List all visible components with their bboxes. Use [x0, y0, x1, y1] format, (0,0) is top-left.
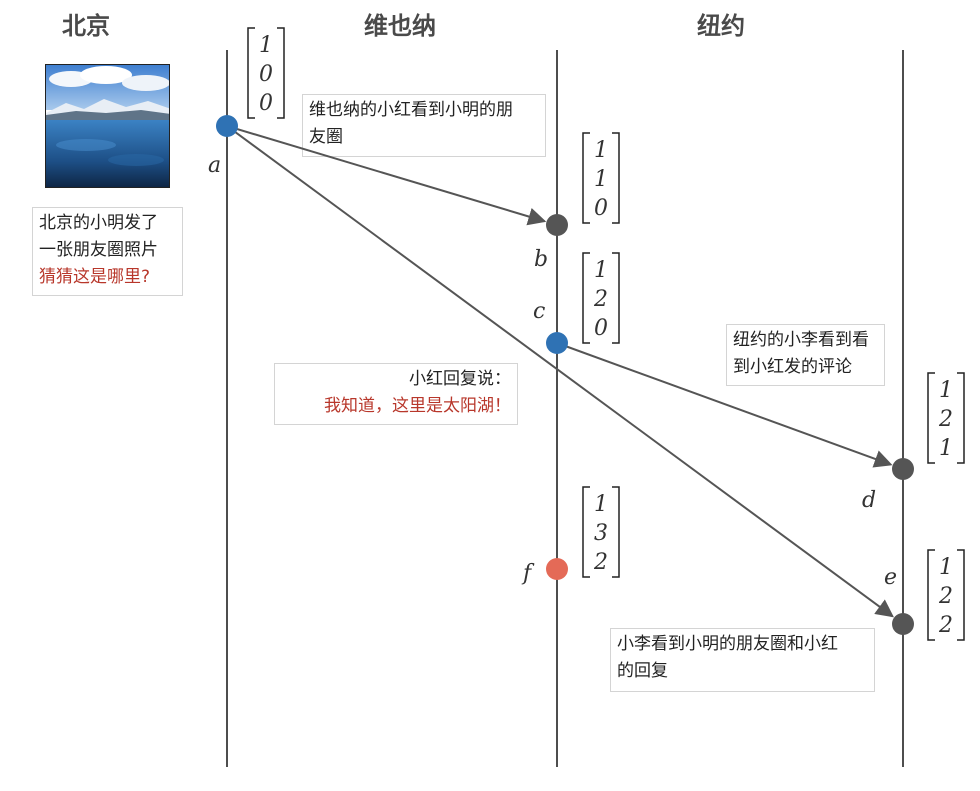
- vector-bracket-right: [612, 252, 620, 344]
- vector-value: 2: [938, 407, 953, 432]
- vector-value: 0: [594, 316, 608, 341]
- lane-title-beijing: 北京: [62, 12, 110, 40]
- vector-bracket-left: [582, 132, 590, 224]
- vector-value: 1: [594, 138, 608, 163]
- note-reply-text: 我知道，这里是太阳湖！: [324, 396, 511, 416]
- lake-mountain-photo: [45, 64, 170, 188]
- vector-value: 1: [939, 378, 953, 403]
- event-label-f: f: [521, 561, 535, 586]
- vector-value: 1: [939, 555, 953, 580]
- vector-bracket-left: [582, 486, 590, 578]
- note-line: 一张朋友圈照片: [39, 240, 158, 260]
- event-label-b: b: [534, 247, 548, 272]
- note-vienna-sees: 维也纳的小红看到小明的朋 友圈: [302, 94, 546, 157]
- vector-bracket-left: [247, 27, 255, 119]
- event-dot-d: [892, 458, 914, 480]
- event-dot-a: [216, 115, 238, 137]
- event-label-d: d: [862, 488, 876, 513]
- vector-value: 1: [594, 258, 608, 283]
- event-label-e: e: [884, 565, 897, 590]
- vector-bracket-right: [957, 372, 965, 464]
- event-dot-f: [546, 558, 568, 580]
- event-label-c: c: [533, 299, 545, 324]
- note-xiaoli-sees-all: 小李看到小明的朋友圈和小红 的回复: [610, 628, 875, 692]
- photo-image: [46, 65, 169, 187]
- vector-bracket-right: [957, 549, 965, 641]
- vector-value: 1: [594, 167, 608, 192]
- vector-value: 1: [939, 436, 953, 461]
- lane-title-vienna: 维也纳: [364, 12, 436, 40]
- vector-bracket-left: [582, 252, 590, 344]
- lane-title-newyork: 纽约: [697, 12, 745, 40]
- vector-value: 2: [593, 287, 608, 312]
- event-label-a: a: [208, 153, 221, 178]
- note-xiaohong-reply: 小红回复说： 我知道，这里是太阳湖！: [274, 363, 518, 425]
- vector-bracket-right: [277, 27, 285, 119]
- vector-value: 2: [938, 584, 953, 609]
- event-dot-b: [546, 214, 568, 236]
- event-dot-e: [892, 613, 914, 635]
- vector-value: 0: [594, 196, 608, 221]
- vector-value: 2: [938, 613, 953, 638]
- note-line: 到小红发的评论: [733, 357, 852, 377]
- event-dot-c: [546, 332, 568, 354]
- vector-value: 1: [594, 492, 608, 517]
- vector-value: 1: [259, 33, 273, 58]
- vector-bracket-left: [927, 372, 935, 464]
- vector-value: 2: [593, 550, 608, 575]
- note-line: 纽约的小李看到看: [733, 330, 869, 350]
- vector-bracket-right: [612, 132, 620, 224]
- vector-value: 0: [259, 62, 273, 87]
- note-line: 北京的小明发了: [39, 213, 158, 233]
- vector-bracket-left: [927, 549, 935, 641]
- note-question: 猜猜这是哪里?: [39, 267, 151, 287]
- note-line: 小红回复说：: [409, 369, 511, 389]
- diagram-stage: 北京 维也纳 纽约 北京的小明发了 一张朋友圈照片 猜猜这是哪里? 维也纳的小红…: [0, 0, 980, 791]
- vector-bracket-right: [612, 486, 620, 578]
- vector-value: 3: [594, 521, 608, 546]
- note-line: 维也纳的小红看到小明的朋: [309, 100, 513, 120]
- vector-value: 0: [259, 91, 273, 116]
- note-line: 友圈: [309, 127, 343, 147]
- note-newyork-sees: 纽约的小李看到看 到小红发的评论: [726, 324, 885, 386]
- note-line: 的回复: [617, 661, 668, 681]
- note-beijing-post: 北京的小明发了 一张朋友圈照片 猜猜这是哪里?: [32, 207, 183, 296]
- note-line: 小李看到小明的朋友圈和小红: [617, 634, 838, 654]
